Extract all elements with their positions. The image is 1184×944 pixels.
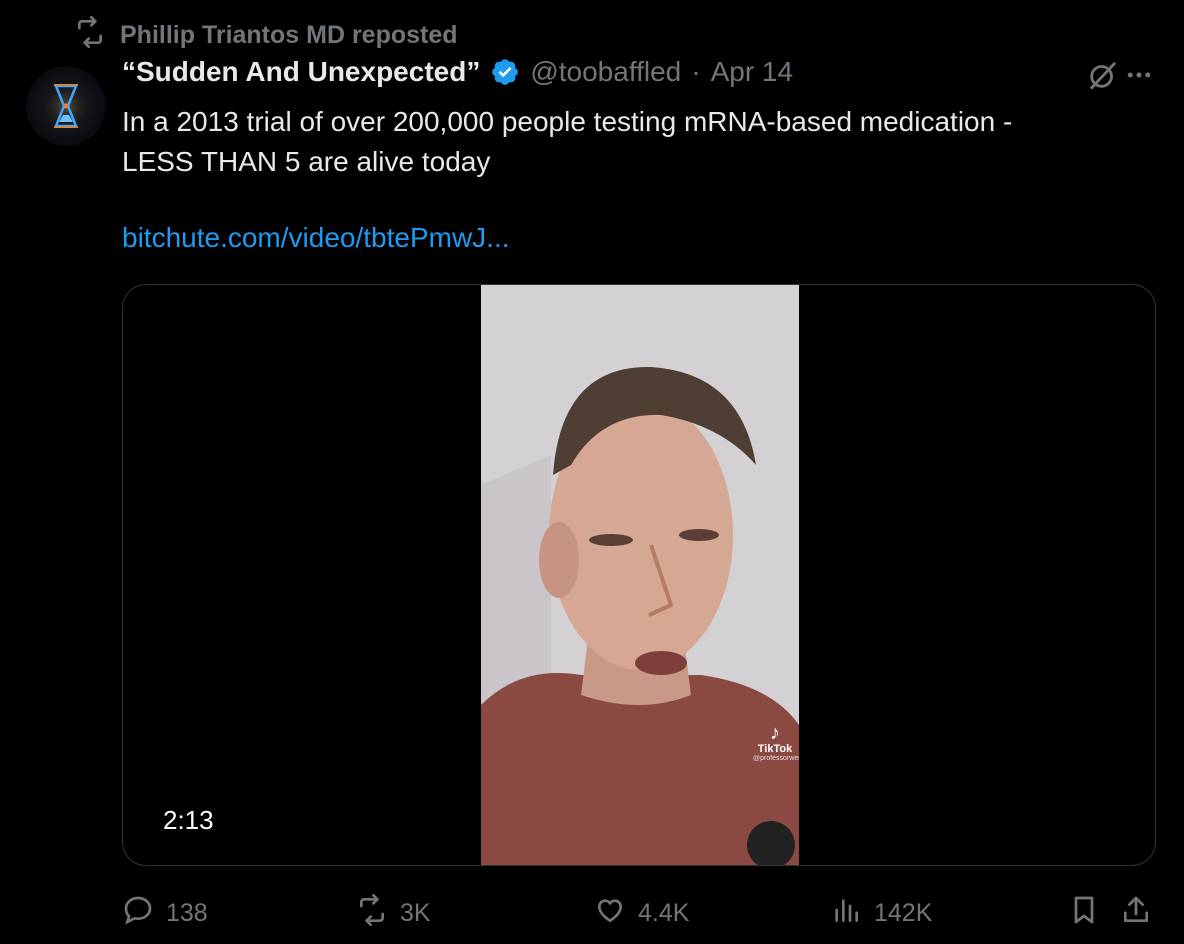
- like-count: 4.4K: [638, 898, 690, 927]
- tweet-header: “Sudden And Unexpected” @toobaffled · Ap…: [122, 56, 793, 88]
- tiktok-handle: @professorwendell: [753, 755, 799, 762]
- tweet-text-line: In a 2013 trial of over 200,000 people t…: [122, 106, 1013, 137]
- bookmark-icon: [1068, 894, 1100, 933]
- tiktok-watermark: ♪ TikTok @professorwendell: [753, 722, 799, 762]
- grok-icon[interactable]: [1086, 58, 1120, 97]
- repost-indicator[interactable]: Phillip Triantos MD reposted: [74, 15, 458, 55]
- separator-dot: ·: [691, 56, 701, 87]
- author-name[interactable]: “Sudden And Unexpected”: [122, 56, 480, 88]
- verified-badge-icon[interactable]: [490, 57, 520, 87]
- tweet-text-line: LESS THAN 5 are alive today: [122, 146, 491, 177]
- author-handle[interactable]: @toobaffled: [530, 56, 681, 88]
- tweet-date[interactable]: Apr 14: [711, 56, 794, 88]
- action-bar: 138 3K 4.4K 142K: [122, 890, 1162, 936]
- tweet-body: In a 2013 trial of over 200,000 people t…: [122, 102, 1142, 182]
- repost-button[interactable]: 3K: [356, 893, 431, 933]
- more-options-icon[interactable]: [1124, 60, 1154, 95]
- repost-icon: [356, 893, 388, 933]
- video-duration: 2:13: [163, 805, 214, 835]
- reply-button[interactable]: 138: [122, 894, 208, 933]
- avatar[interactable]: [26, 66, 106, 146]
- repost-count: 3K: [400, 898, 431, 927]
- heart-icon: [594, 894, 626, 933]
- tweet-link[interactable]: bitchute.com/video/tbtePmwJ...: [122, 222, 510, 254]
- share-button[interactable]: [1120, 894, 1152, 933]
- share-icon: [1120, 894, 1152, 933]
- header-actions: [1086, 58, 1154, 97]
- analytics-icon: [830, 894, 862, 933]
- repost-label: Phillip Triantos MD reposted: [120, 21, 458, 49]
- tiktok-label: TikTok: [757, 743, 793, 755]
- repost-icon: [74, 15, 106, 55]
- reply-count: 138: [166, 898, 208, 927]
- view-count: 142K: [874, 898, 933, 927]
- video-thumbnail: ♪ TikTok @professorwendell: [481, 285, 799, 865]
- views-button[interactable]: 142K: [830, 894, 932, 933]
- bookmark-button[interactable]: [1068, 894, 1100, 933]
- video-frame-image: [481, 285, 799, 865]
- like-button[interactable]: 4.4K: [594, 894, 689, 933]
- video-player[interactable]: ♪ TikTok @professorwendell 2:13: [122, 284, 1156, 866]
- hourglass-avatar-image: [38, 78, 94, 134]
- reply-icon: [122, 894, 154, 933]
- tiktok-logo-icon: ♪: [770, 722, 780, 744]
